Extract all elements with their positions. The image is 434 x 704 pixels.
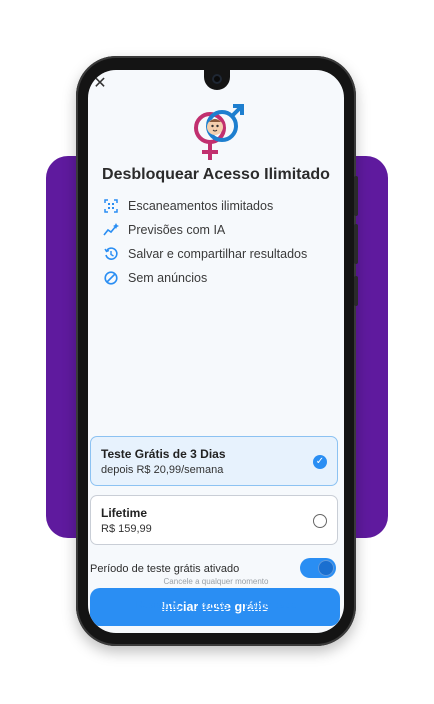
scan-icon	[102, 197, 120, 215]
history-icon	[102, 245, 120, 263]
feature-item: Sem anúncios	[102, 266, 340, 290]
no-ads-icon	[102, 269, 120, 287]
feature-label: Salvar e compartilhar resultados	[128, 247, 308, 261]
page-title: Desbloquear Acesso Ilimitado	[102, 166, 330, 183]
power-button	[354, 276, 358, 306]
footer-links: Restaurar Termos Privacidade	[88, 600, 344, 611]
camera-notch	[204, 70, 230, 90]
feature-item: Escaneamentos ilimitados	[102, 194, 340, 218]
feature-item: Salvar e compartilhar resultados	[102, 242, 340, 266]
cancel-anytime-text: Cancele a qualquer momento	[163, 577, 269, 586]
feature-label: Escaneamentos ilimitados	[128, 199, 274, 213]
volume-up-button	[354, 176, 358, 216]
trial-toggle-label: Período de teste grátis ativado	[90, 563, 240, 575]
privacy-link[interactable]: Privacidade	[244, 600, 296, 611]
radio-button[interactable]	[313, 514, 327, 528]
restore-link[interactable]: Restaurar	[136, 600, 180, 611]
close-icon[interactable]: ✕	[92, 76, 108, 92]
check-icon: ✓	[313, 455, 327, 469]
feature-label: Sem anúncios	[128, 271, 208, 285]
volume-down-button	[354, 224, 358, 264]
terms-link[interactable]: Termos	[195, 600, 228, 611]
plan-option-lifetime[interactable]: Lifetime R$ 159,99	[90, 495, 338, 545]
app-screen: ✕ Desbloquear Acesso Ilimitado Escaneame…	[88, 70, 344, 633]
plan-price: depois R$ 20,99/semana	[101, 464, 224, 476]
front-camera	[212, 74, 222, 84]
sparkle-chart-icon	[102, 221, 120, 239]
feature-item: Previsões com IA	[102, 218, 340, 242]
feature-label: Previsões com IA	[128, 223, 226, 237]
phone-frame: ✕ Desbloquear Acesso Ilimitado Escaneame…	[76, 56, 358, 646]
feature-list: Escaneamentos ilimitados Previsões com I…	[102, 194, 340, 290]
plan-option-trial[interactable]: Teste Grátis de 3 Dias depois R$ 20,99/s…	[90, 436, 338, 486]
gender-logo-icon	[194, 104, 244, 160]
plan-name: Teste Grátis de 3 Dias	[101, 447, 226, 461]
toggle-knob	[318, 560, 334, 576]
trial-toggle[interactable]	[300, 558, 336, 578]
plan-name: Lifetime	[101, 506, 148, 520]
plan-price: R$ 159,99	[101, 523, 152, 535]
